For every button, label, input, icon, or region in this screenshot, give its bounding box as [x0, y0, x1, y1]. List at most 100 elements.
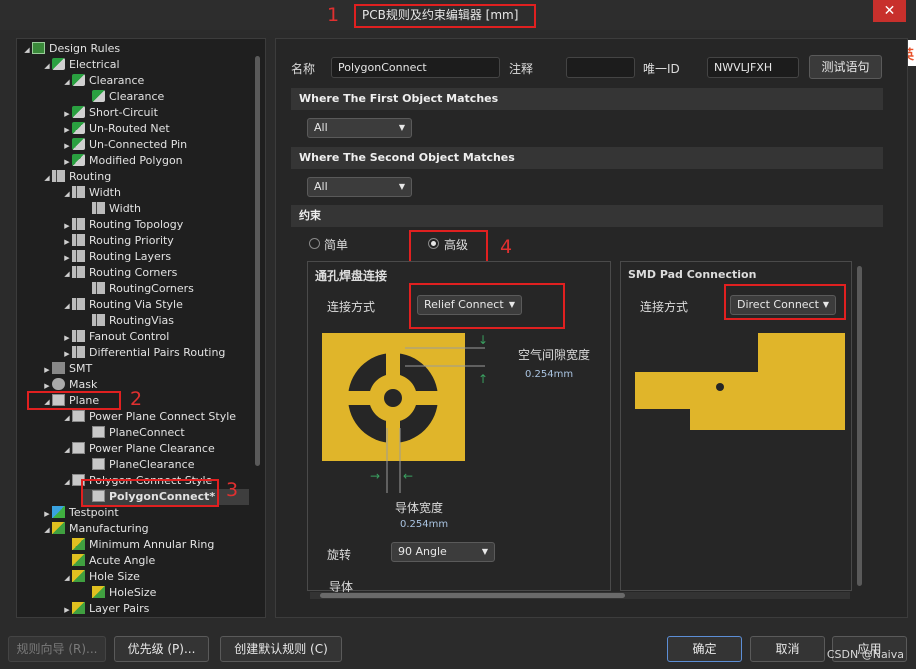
- tree-item[interactable]: ◢ Power Plane Connect Style: [62, 409, 236, 425]
- tree-item[interactable]: ▶ Routing Priority: [62, 233, 174, 249]
- tree-item[interactable]: ◢ Routing: [42, 169, 111, 185]
- priorities-button[interactable]: 优先级 (P)...: [114, 636, 209, 662]
- expand-toggle-icon[interactable]: ▶: [62, 250, 72, 266]
- expand-toggle-icon[interactable]: ▶: [62, 138, 72, 154]
- tree-item[interactable]: ◢ Clearance: [62, 73, 144, 89]
- second-match-dropdown[interactable]: All ▼: [307, 177, 412, 197]
- close-button[interactable]: ✕: [873, 0, 906, 22]
- tree-item[interactable]: Acute Angle: [62, 553, 155, 569]
- annotation-box-direct: [724, 284, 846, 320]
- tree-item-label: Manufacturing: [69, 522, 149, 535]
- tree-item-label: Width: [109, 202, 141, 215]
- collapse-toggle-icon[interactable]: ◢: [62, 474, 72, 490]
- tree-item[interactable]: Width: [82, 201, 141, 217]
- tree-item[interactable]: PlaneClearance: [82, 457, 194, 473]
- expand-toggle-icon[interactable]: ▶: [62, 122, 72, 138]
- uid-field[interactable]: NWVLJFXH: [707, 57, 799, 78]
- collapse-toggle-icon[interactable]: ◢: [62, 266, 72, 282]
- routing-icon: [72, 250, 85, 262]
- tree-item[interactable]: ◢ Routing Via Style: [62, 297, 183, 313]
- tree-item[interactable]: RoutingCorners: [82, 281, 194, 297]
- tree-item[interactable]: ▶ Routing Layers: [62, 249, 171, 265]
- manufacturing-icon: [72, 602, 85, 614]
- expand-toggle-icon[interactable]: ▶: [62, 154, 72, 170]
- tree-item[interactable]: ▶ Differential Pairs Routing: [62, 345, 225, 361]
- tree-item[interactable]: HoleSize: [82, 585, 156, 601]
- window-title: PCB规则及约束编辑器 [mm]: [354, 4, 536, 28]
- collapse-toggle-icon[interactable]: ◢: [42, 522, 52, 538]
- collapse-toggle-icon[interactable]: ◢: [62, 442, 72, 458]
- cancel-button[interactable]: 取消: [750, 636, 825, 662]
- horizontal-scroll-thumb[interactable]: [320, 593, 625, 598]
- expand-toggle-icon[interactable]: ▶: [62, 602, 72, 617]
- expand-toggle-icon[interactable]: ▶: [62, 346, 72, 362]
- collapse-toggle-icon[interactable]: ◢: [22, 42, 32, 58]
- conductor-width-label: 导体宽度: [395, 501, 444, 515]
- tree-item-label: Testpoint: [69, 506, 119, 519]
- tree-item[interactable]: ▶ Un-Connected Pin: [62, 137, 187, 153]
- create-default-rules-button[interactable]: 创建默认规则 (C): [220, 636, 342, 662]
- tree-item[interactable]: ◢ Manufacturing: [42, 521, 149, 537]
- tree-item[interactable]: ▶ Layer Pairs: [62, 601, 149, 617]
- design-rules-icon: [32, 42, 45, 54]
- routing-icon: [92, 282, 105, 294]
- tree-scrollbar[interactable]: [255, 56, 260, 466]
- tree-item[interactable]: ▶ Testpoint: [42, 505, 119, 521]
- expand-toggle-icon[interactable]: ▶: [42, 506, 52, 522]
- comment-field[interactable]: [566, 57, 635, 78]
- name-field[interactable]: PolygonConnect: [331, 57, 500, 78]
- collapse-toggle-icon[interactable]: ◢: [62, 570, 72, 586]
- tree-item[interactable]: ◢ Power Plane Clearance: [62, 441, 215, 457]
- tree-item-label: Hole Size: [89, 570, 140, 583]
- tree-item[interactable]: ◢ Hole Size: [62, 569, 140, 585]
- collapse-toggle-icon[interactable]: ◢: [42, 170, 52, 186]
- tree-item[interactable]: ◢ Electrical: [42, 57, 120, 73]
- vertical-scrollbar[interactable]: [857, 266, 862, 586]
- tree-item[interactable]: ▶ Fanout Control: [62, 329, 169, 345]
- expand-toggle-icon[interactable]: ▶: [42, 362, 52, 378]
- plane-icon: [92, 458, 105, 470]
- arrow-right-icon: →: [370, 469, 380, 483]
- expand-toggle-icon[interactable]: ▶: [62, 106, 72, 122]
- tree-item[interactable]: PlaneConnect: [82, 425, 185, 441]
- rule-wizard-button[interactable]: 规则向导 (R)...: [8, 636, 106, 662]
- rule-tree[interactable]: ◢ Design Rules ◢ Electrical ◢ Clearance Cleara…: [16, 38, 266, 618]
- tree-item[interactable]: ◢ Design Rules: [22, 41, 120, 57]
- tree-item[interactable]: ▶ Routing Topology: [62, 217, 183, 233]
- drill-hole: [384, 389, 402, 407]
- first-match-dropdown[interactable]: All ▼: [307, 118, 412, 138]
- tree-item-label: Routing Layers: [89, 250, 172, 263]
- tree-item-label: Width: [89, 186, 121, 199]
- tree-item[interactable]: ▶ Short-Circuit: [62, 105, 158, 121]
- tree-item[interactable]: ▶ Modified Polygon: [62, 153, 183, 169]
- comment-label: 注释: [509, 62, 534, 76]
- collapse-toggle-icon[interactable]: ◢: [62, 186, 72, 202]
- collapse-toggle-icon[interactable]: ◢: [62, 298, 72, 314]
- arrow-up-icon: ↑: [478, 372, 488, 386]
- tree-item[interactable]: ▶ SMT: [42, 361, 92, 377]
- simple-mode-radio[interactable]: [309, 238, 320, 249]
- collapse-toggle-icon[interactable]: ◢: [62, 410, 72, 426]
- horizontal-scrollbar[interactable]: [310, 592, 850, 599]
- rotation-dropdown[interactable]: 90 Angle ▼: [391, 542, 495, 562]
- expand-toggle-icon[interactable]: ▶: [62, 234, 72, 250]
- tree-item-label: Un-Routed Net: [89, 122, 170, 135]
- rule-icon: [72, 122, 85, 134]
- routing-icon: [72, 234, 85, 246]
- collapse-toggle-icon[interactable]: ◢: [42, 58, 52, 74]
- tree-item[interactable]: RoutingVias: [82, 313, 174, 329]
- tree-item[interactable]: ◢ Routing Corners: [62, 265, 177, 281]
- tree-item-label: Routing Via Style: [89, 298, 183, 311]
- tree-item[interactable]: Clearance: [82, 89, 164, 105]
- ok-button[interactable]: 确定: [667, 636, 742, 662]
- tree-item[interactable]: ◢ Width: [62, 185, 121, 201]
- expand-toggle-icon[interactable]: ▶: [62, 330, 72, 346]
- tree-item[interactable]: ▶ Un-Routed Net: [62, 121, 170, 137]
- collapse-toggle-icon[interactable]: ◢: [62, 74, 72, 90]
- test-query-button[interactable]: 测试语句: [809, 55, 882, 79]
- tree-item[interactable]: Minimum Annular Ring: [62, 537, 214, 553]
- direct-connect-diagram: [635, 333, 845, 430]
- expand-toggle-icon[interactable]: ▶: [62, 218, 72, 234]
- tree-item-label: Fanout Control: [89, 330, 170, 343]
- second-match-header: Where The Second Object Matches: [291, 147, 883, 169]
